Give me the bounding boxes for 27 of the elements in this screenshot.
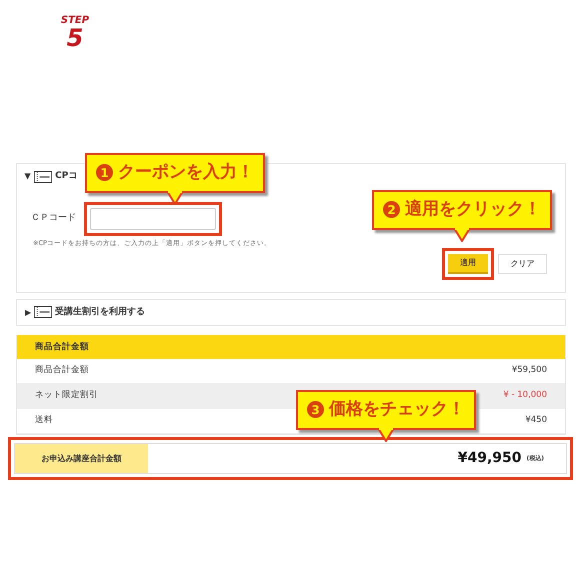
row-value: ¥ - 10,000 (503, 389, 547, 402)
number-badge: 2 (383, 201, 400, 218)
number-badge: 1 (96, 164, 113, 182)
summary-heading: 商品合計金額 (17, 334, 565, 359)
number-badge: 3 (307, 401, 324, 418)
row-value: ¥450 (525, 414, 547, 428)
input-field[interactable] (90, 208, 216, 230)
clear-button[interactable]: クリア (498, 254, 547, 274)
row-label: 送料 (35, 414, 53, 428)
coupon-icon (34, 170, 52, 182)
total-amount: ¥49,950 (458, 449, 522, 468)
step-label: STEP (60, 16, 90, 26)
field-label: ＣＰコード (31, 212, 76, 226)
toggle-arrow[interactable]: ▶ (22, 173, 35, 180)
panel-title[interactable]: CPコ (55, 170, 78, 183)
total-label: お申込み講座合計金額 (15, 444, 148, 473)
apply-button[interactable]: 適用 (448, 254, 488, 274)
step-number: 5 (66, 26, 84, 50)
callout-text: 適用をクリック！ (405, 198, 541, 221)
coupon-icon (34, 306, 52, 318)
row-value: ¥59,500 (512, 364, 547, 378)
callout-text: クーポンを入力！ (118, 161, 254, 184)
row-label: 商品合計金額 (35, 364, 89, 378)
panel-title[interactable]: 受講生割引を利用する (55, 306, 146, 319)
toggle-arrow[interactable]: ▶ (25, 306, 32, 319)
row-label: ネット限定割引 (35, 389, 98, 402)
callout-text: 価格をチェック！ (329, 398, 465, 421)
